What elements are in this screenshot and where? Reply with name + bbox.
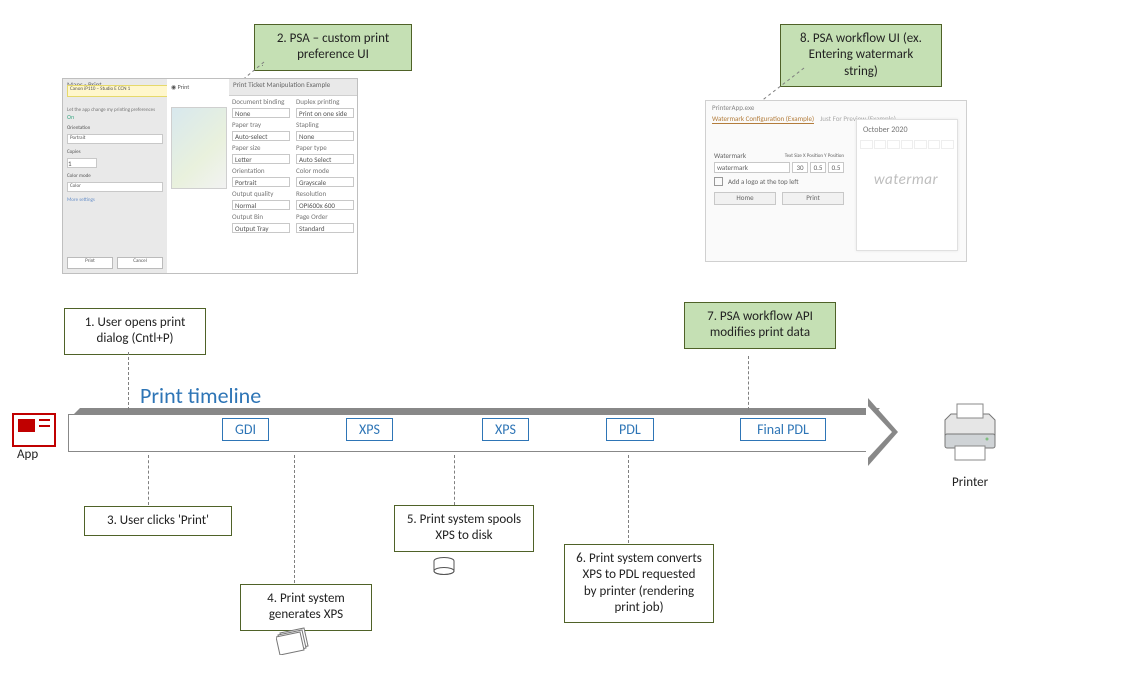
cancel-button[interactable]: Cancel — [117, 257, 163, 269]
connector — [148, 455, 149, 505]
watermark-label: Watermark — [714, 151, 754, 160]
printer-icon — [935, 402, 1005, 464]
callout-2: 2. PSA – custom print preference UI — [254, 24, 412, 71]
stage-gdi: GDI — [222, 418, 269, 441]
mock-psa-workflow-ui: PrinterApp.exe Watermark Configuration (… — [705, 100, 967, 262]
callout-4: 4. Print system generates XPS — [240, 584, 372, 631]
color-mode-select[interactable]: Color — [67, 182, 163, 192]
app-label: App — [17, 447, 38, 462]
window-title: PrinterApp.exe — [706, 101, 966, 114]
connector — [128, 352, 129, 410]
copies-label: Copies — [63, 147, 167, 155]
connector — [454, 455, 455, 505]
callout-1: 1. User opens print dialog (Cntl+P) — [64, 308, 206, 355]
timeline-title: Print timeline — [140, 382, 261, 409]
pages-icon — [276, 625, 312, 655]
printer-label: Printer — [952, 475, 988, 490]
preview-month: October 2020 — [857, 120, 957, 140]
print-button[interactable]: Print — [782, 192, 844, 205]
logo-checkbox-label: Add a logo at the top left — [728, 177, 799, 186]
ypos-input[interactable]: 0.5 — [828, 162, 844, 173]
tab-watermark-config[interactable]: Watermark Configuration (Example) — [712, 114, 814, 124]
callout-6: 6. Print system converts XPS to PDL requ… — [564, 544, 714, 623]
callout-7: 7. PSA workflow API modifies print data — [684, 302, 836, 349]
watermark-input[interactable]: watermark — [714, 162, 790, 173]
callout-5: 5. Print system spools XPS to disk — [394, 505, 534, 552]
device-banner: Canon iP110 – Studio E CCN 1 — [67, 85, 169, 97]
more-settings-link[interactable]: More settings — [63, 195, 167, 203]
logo-checkbox[interactable] — [714, 177, 723, 186]
stage-xps-1: XPS — [346, 418, 393, 441]
print-button[interactable]: Print — [67, 257, 113, 269]
copies-input[interactable]: 1 — [67, 158, 97, 168]
map-preview — [171, 107, 227, 189]
allow-change-value: On — [63, 113, 167, 121]
panel-title: Print Ticket Manipulation Example — [229, 79, 357, 96]
radio-print[interactable]: Print — [178, 83, 190, 91]
connector — [748, 356, 749, 410]
stage-pdl: PDL — [606, 418, 654, 441]
stage-xps-2: XPS — [482, 418, 529, 441]
color-mode-label: Color mode — [63, 171, 167, 179]
orientation-label: Orientation — [63, 121, 167, 131]
connector — [294, 455, 295, 583]
allow-change-label: Let the app change my printing preferenc… — [63, 107, 167, 113]
disk-icon — [432, 557, 456, 577]
textsize-input[interactable]: 30 — [792, 162, 808, 173]
callout-3: 3. User clicks 'Print' — [84, 506, 232, 536]
home-button[interactable]: Home — [714, 192, 776, 205]
preview-watermark-text: watermar — [856, 171, 956, 189]
xpos-input[interactable]: 0.5 — [810, 162, 826, 173]
app-icon — [12, 413, 56, 447]
mock-psa-print-preference: Maps - Print Canon iP110 – Studio E CCN … — [62, 78, 358, 274]
stage-final-pdl: Final PDL — [740, 418, 826, 441]
orientation-select[interactable]: Portrait — [67, 134, 163, 144]
connector — [628, 455, 629, 543]
